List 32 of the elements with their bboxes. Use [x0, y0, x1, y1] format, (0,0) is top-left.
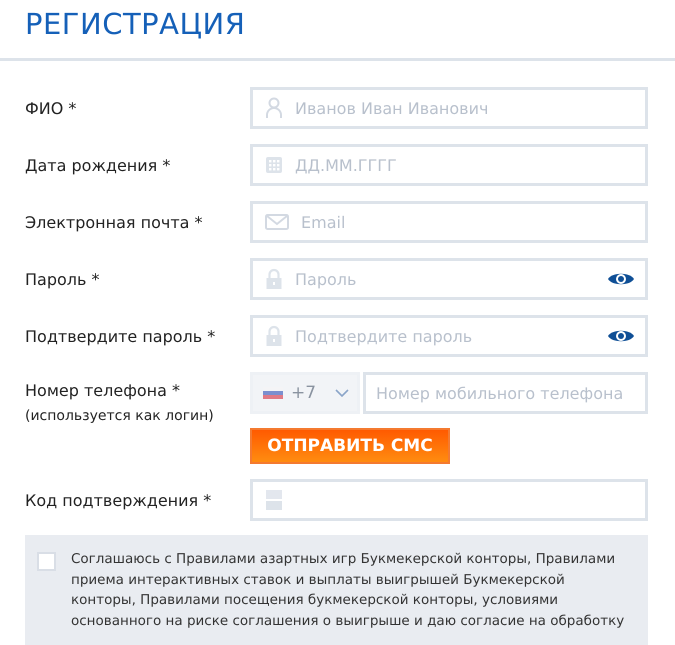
- field-label: Номер телефона *: [25, 381, 182, 400]
- text-input[interactable]: Иванов Иван Иванович: [295, 98, 635, 118]
- input-field[interactable]: Пароль: [250, 258, 648, 300]
- person-icon: [265, 97, 283, 119]
- input-field[interactable]: [250, 479, 648, 521]
- field-label: Код подтверждения *: [25, 490, 212, 510]
- field-label: Дата рождения *: [25, 156, 172, 174]
- input-field[interactable]: Подтвердите пароль: [250, 315, 648, 357]
- page-title: РЕГИСТРАЦИЯ: [24, 6, 246, 43]
- text-input[interactable]: Пароль: [295, 270, 595, 288]
- lock-icon: [265, 325, 283, 347]
- envelope-icon: [265, 214, 289, 230]
- country-code-select[interactable]: +7: [250, 372, 360, 414]
- text-input[interactable]: Email: [301, 212, 635, 232]
- field-label: ФИО *: [25, 98, 78, 118]
- text-input[interactable]: ДД.ММ.ГГГГ: [295, 156, 635, 174]
- phone-input[interactable]: Номер мобильного телефона: [376, 384, 635, 402]
- chevron-down-icon: [335, 389, 349, 397]
- input-field[interactable]: Email: [250, 201, 648, 243]
- field-note: (используется как логин): [25, 408, 215, 424]
- input-field[interactable]: Иванов Иван Иванович: [250, 87, 648, 129]
- phone-field[interactable]: Номер мобильного телефона: [363, 372, 648, 414]
- input-field[interactable]: ДД.ММ.ГГГГ: [250, 144, 648, 186]
- agreement-checkbox[interactable]: [37, 552, 56, 571]
- field-label: Пароль *: [25, 270, 101, 288]
- agreement-text: Соглашаюсь с Правилами азартных игр Букмекерской конторы, Правилами приема интерактивных ставок и выплаты выигрышей Букмекерской конторы, Правилами посещения букмекерской конторы, условиями основанного на риске соглашения о выигрыше и даю согласие на обработку: [71, 550, 626, 630]
- lock-icon: [265, 268, 283, 290]
- field-label: Подтвердите пароль *: [25, 326, 216, 346]
- field-label: Электронная почта *: [25, 212, 204, 232]
- text-input[interactable]: Подтвердите пароль: [295, 326, 595, 346]
- calendar-icon: [265, 156, 283, 174]
- send-sms-button[interactable]: ОТПРАВИТЬ СМС: [250, 428, 450, 464]
